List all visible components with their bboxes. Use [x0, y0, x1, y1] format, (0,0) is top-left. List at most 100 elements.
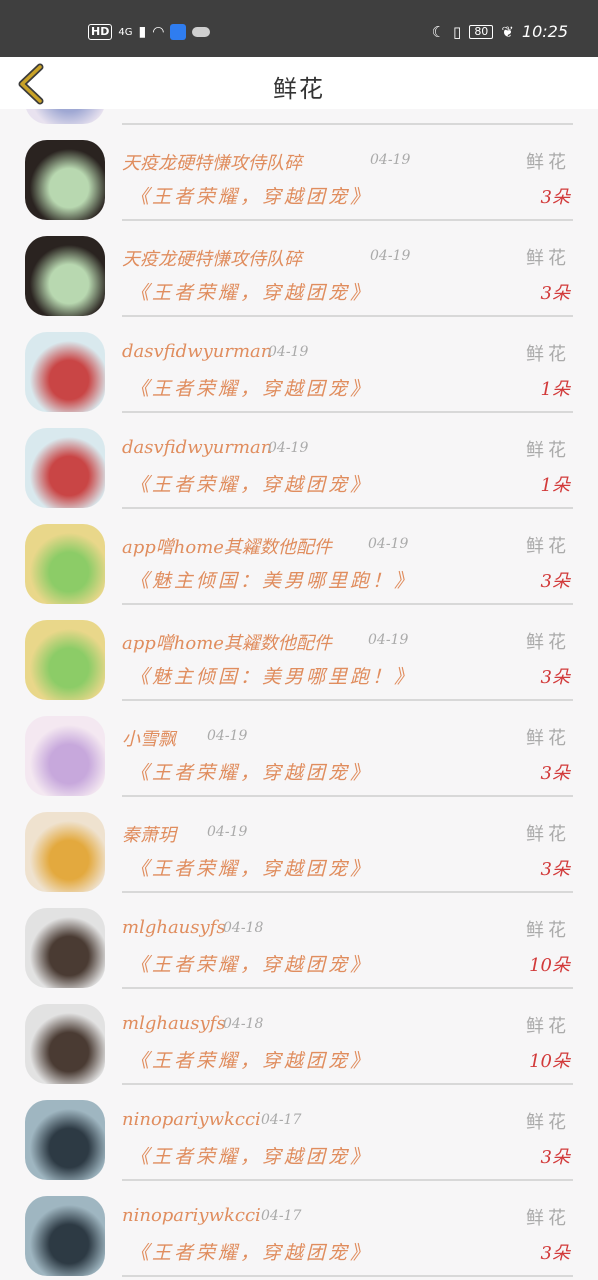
book-title[interactable]: 《王者荣耀，穿越团宠》 [130, 470, 372, 497]
gift-date: 04-19 [370, 152, 411, 168]
list-item[interactable]: 天疫龙硬特慊攻侍队碎 04-19 鲜花《王者荣耀，穿越团宠》 3朵 [0, 124, 598, 221]
list-item[interactable]: dasvfidwyurman 04-19 鲜花 《王者荣耀，穿越团宠》 1朵 [0, 316, 598, 413]
moon-icon: ☾ [431, 22, 446, 41]
gift-date: 04-19 [368, 536, 409, 552]
gift-date: 04-19 [368, 632, 409, 648]
page-title: 鲜花 [273, 75, 325, 103]
avatar[interactable] [25, 524, 105, 604]
book-title[interactable]: 《王者荣耀，穿越团宠》 [130, 1238, 372, 1265]
list-item[interactable]: ninopariywkcci 04-17 鲜花《王者荣耀，穿越团宠》 3朵 [0, 1180, 598, 1277]
gift-count: 10朵 [529, 955, 570, 976]
battery-icon: 80 [469, 24, 494, 39]
user-name[interactable]: mlghausyfs [122, 917, 226, 938]
list-item[interactable]: dasvfidwyurman 04-19 鲜花 《王者荣耀，穿越团宠》 1朵 [0, 412, 598, 509]
avatar[interactable] [25, 428, 105, 508]
list-item[interactable]: 《王者荣耀，穿越团宠》 10朵 [0, 109, 598, 125]
gift-count: 3朵 [540, 187, 570, 208]
list-item[interactable]: 小雪飘 04-19 鲜花《王者荣耀，穿越团宠》 3朵 [0, 700, 598, 797]
gift-type: 鲜花 [526, 1016, 570, 1037]
vibrate-icon: ▯ [453, 22, 462, 41]
gift-count: 3朵 [540, 1147, 570, 1168]
book-title[interactable]: 《魅主倾国：美男哪里跑！》 [130, 662, 416, 689]
gift-type: 鲜花 [526, 728, 570, 749]
cloud-icon [192, 27, 211, 37]
user-name[interactable]: dasvfidwyurman [122, 341, 272, 362]
book-title[interactable]: 《王者荣耀，穿越团宠》 [130, 109, 372, 113]
gift-count: 3朵 [540, 667, 570, 688]
user-name[interactable]: 天疫龙硬特慊攻侍队碎 [122, 245, 302, 271]
shield-icon [170, 24, 187, 40]
list-item[interactable]: mlghausyfs 04-18 鲜花《王者荣耀，穿越团宠》 10朵 [0, 988, 598, 1085]
list-item[interactable]: mlghausyfs 04-18 鲜花《王者荣耀，穿越团宠》 10朵 [0, 892, 598, 989]
gift-count: 10朵 [529, 1051, 570, 1072]
status-left-icons: HD 4G ▮ ◠ [88, 24, 211, 40]
avatar[interactable] [25, 620, 105, 700]
status-bar: HD 4G ▮ ◠ ☾ ▯ 80 ❦ 10:25 [0, 0, 598, 57]
gift-count: 10朵 [529, 109, 570, 113]
user-name[interactable]: ninopariywkcci [122, 1109, 261, 1130]
list-item[interactable]: 秦萧玥 04-19 鲜花 《王者荣耀，穿越团宠》 3朵 [0, 796, 598, 893]
book-title[interactable]: 《王者荣耀，穿越团宠》 [130, 758, 372, 785]
gift-date: 04-17 [261, 1112, 302, 1128]
book-title[interactable]: 《王者荣耀，穿越团宠》 [130, 950, 372, 977]
book-title[interactable]: 《王者荣耀，穿越团宠》 [130, 1142, 372, 1169]
user-name[interactable]: dasvfidwyurman [122, 437, 272, 458]
gift-date: 04-19 [207, 728, 248, 744]
gift-date: 04-19 [370, 248, 411, 264]
book-title[interactable]: 《王者荣耀，穿越团宠》 [130, 1046, 372, 1073]
gift-date: 04-18 [223, 1016, 264, 1032]
divider [122, 1275, 573, 1277]
list-item[interactable]: app噌home其糴数他配件 04-19 鲜花《魅主倾国：美男哪里跑！》 3朵 [0, 508, 598, 605]
wifi-icon: ◠ [152, 24, 165, 40]
avatar[interactable] [25, 1004, 105, 1084]
user-name[interactable]: app噌home其糴数他配件 [122, 629, 332, 655]
avatar[interactable] [25, 908, 105, 988]
list-item[interactable]: app噌home其糴数他配件 04-19 鲜花《魅主倾国：美男哪里跑！》 3朵 [0, 604, 598, 701]
avatar[interactable] [25, 1196, 105, 1276]
avatar[interactable] [25, 109, 105, 124]
avatar[interactable] [25, 236, 105, 316]
gift-count: 3朵 [540, 283, 570, 304]
gift-type: 鲜花 [526, 536, 570, 557]
avatar[interactable] [25, 812, 105, 892]
avatar[interactable] [25, 1100, 105, 1180]
book-title[interactable]: 《魅主倾国：美男哪里跑！》 [130, 566, 416, 593]
header: 鲜花 [0, 57, 598, 109]
gift-count: 3朵 [540, 763, 570, 784]
flower-gift-list[interactable]: 《王者荣耀，穿越团宠》10朵天疫龙硬特慊攻侍队碎04-19鲜花《王者荣耀，穿越团… [0, 109, 598, 1280]
status-time: 10:25 [521, 22, 568, 41]
avatar[interactable] [25, 716, 105, 796]
gift-date: 04-18 [223, 920, 264, 936]
list-item[interactable]: 天疫龙硬特慊攻侍队碎 04-19 鲜花 《王者荣耀，穿越团宠》 3朵 [0, 220, 598, 317]
gift-count: 1朵 [540, 379, 570, 400]
list-item[interactable]: ninopariywkcci 04-17 鲜花 《王者荣耀，穿越团宠》 3朵 [0, 1084, 598, 1181]
gift-type: 鲜花 [526, 152, 570, 173]
gift-count: 3朵 [540, 571, 570, 592]
gift-date: 04-19 [268, 440, 309, 456]
book-title[interactable]: 《王者荣耀，穿越团宠》 [130, 278, 372, 305]
leaf-icon: ❦ [501, 22, 514, 41]
book-title[interactable]: 《王者荣耀，穿越团宠》 [130, 854, 372, 881]
signal-icon: ▮ [138, 24, 147, 40]
gift-count: 3朵 [540, 1243, 570, 1264]
book-title[interactable]: 《王者荣耀，穿越团宠》 [130, 182, 372, 209]
gift-date: 04-19 [268, 344, 309, 360]
avatar[interactable] [25, 140, 105, 220]
gift-type: 鲜花 [526, 1208, 570, 1229]
user-name[interactable]: mlghausyfs [122, 1013, 226, 1034]
user-name[interactable]: 秦萧玥 [122, 821, 176, 847]
gift-date: 04-19 [207, 824, 248, 840]
gift-type: 鲜花 [526, 632, 570, 653]
user-name[interactable]: 小雪飘 [122, 725, 176, 751]
gift-date: 04-17 [261, 1208, 302, 1224]
user-name[interactable]: ninopariywkcci [122, 1205, 261, 1226]
signal-label: 4G [118, 26, 133, 38]
user-name[interactable]: app噌home其糴数他配件 [122, 533, 332, 559]
user-name[interactable]: 天疫龙硬特慊攻侍队碎 [122, 149, 302, 175]
gift-count: 1朵 [540, 475, 570, 496]
avatar[interactable] [25, 332, 105, 412]
gift-type: 鲜花 [526, 824, 570, 845]
gift-type: 鲜花 [526, 920, 570, 941]
book-title[interactable]: 《王者荣耀，穿越团宠》 [130, 374, 372, 401]
status-right-icons: ☾ ▯ 80 ❦ 10:25 [432, 22, 568, 41]
